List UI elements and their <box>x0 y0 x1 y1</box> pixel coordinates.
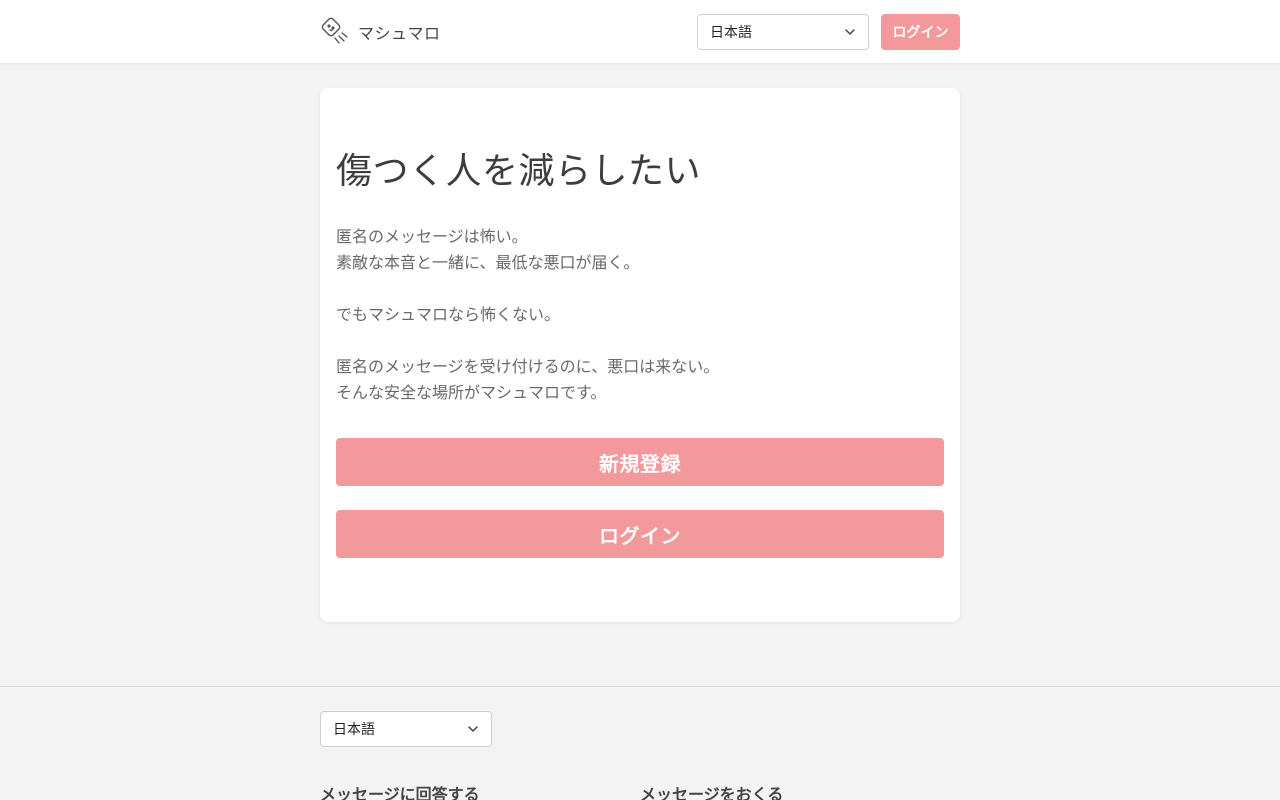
header-inner: マシュマロ 日本語 ログイン <box>320 0 960 64</box>
hero-line: 匿名のメッセージは怖い。 <box>336 227 528 246</box>
footer-heading-send: メッセージをおくる <box>640 785 784 800</box>
language-select-value: 日本語 <box>710 25 752 41</box>
hero-line: そんな安全な場所がマシュマロです。 <box>336 383 607 402</box>
site-footer: 日本語 メッセージに回答する メッセージをおくる <box>0 686 1280 800</box>
footer-language-select[interactable]: 日本語 <box>320 711 492 747</box>
chevron-down-icon <box>467 723 479 735</box>
brand-link[interactable]: マシュマロ <box>320 16 441 48</box>
header-login-button[interactable]: ログイン <box>881 14 960 50</box>
login-button[interactable]: ログイン <box>336 510 944 558</box>
hero-title: 傷つく人を減らしたい <box>336 151 702 192</box>
site-header: マシュマロ 日本語 ログイン <box>0 0 1280 64</box>
brand-name: マシュマロ <box>358 24 441 43</box>
hero-line: でもマシュマロなら怖くない。 <box>336 305 561 324</box>
hero-description: 匿名のメッセージは怖い。 素敵な本音と一緒に、最低な悪口が届く。 でもマシュマロ… <box>336 224 936 406</box>
marshmallow-logo-icon <box>320 17 350 47</box>
hero-line: 素敵な本音と一緒に、最低な悪口が届く。 <box>336 253 640 272</box>
hero-card: 傷つく人を減らしたい 匿名のメッセージは怖い。 素敵な本音と一緒に、最低な悪口が… <box>320 88 960 622</box>
chevron-down-icon <box>844 26 856 38</box>
footer-heading-answer: メッセージに回答する <box>320 785 480 800</box>
hero-line: 匿名のメッセージを受け付けるのに、悪口は来ない。 <box>336 357 720 376</box>
signup-button[interactable]: 新規登録 <box>336 438 944 486</box>
footer-language-select-value: 日本語 <box>333 722 375 738</box>
language-select[interactable]: 日本語 <box>697 14 869 50</box>
